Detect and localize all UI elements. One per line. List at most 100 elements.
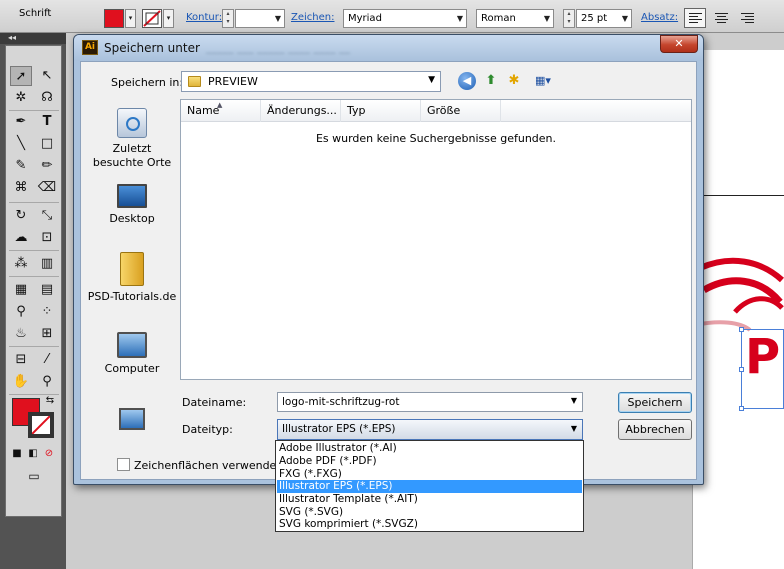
desktop-icon <box>117 184 147 208</box>
line-tool-icon[interactable]: ╲ <box>10 134 32 154</box>
tool-context-label: Schrift <box>19 8 52 19</box>
font-size-stepper[interactable]: ▴ ▾ <box>563 9 575 28</box>
lookin-select[interactable]: PREVIEW ▼ <box>181 71 441 92</box>
view-grid-icon: ▦▾ <box>535 74 551 87</box>
back-button[interactable]: ◀ <box>458 72 476 90</box>
tools-grid: ➚ ↖ ✲ ☊ ✒ T ╲ □ ✎ ✏ ⌘ ⌫ ↻ ⤡ ☁ ⊡ ⁂ ▥ ▦ ▤ … <box>5 45 62 517</box>
filetype-dropdown-list: Adobe Illustrator (*.AI) Adobe PDF (*.PD… <box>275 440 584 532</box>
column-name[interactable]: ▲ Name <box>181 100 261 122</box>
new-folder-icon: ✱ <box>508 73 520 88</box>
filetype-option[interactable]: SVG komprimiert (*.SVGZ) <box>277 518 582 531</box>
cancel-button[interactable]: Abbrechen <box>618 419 692 440</box>
selection-tool-icon[interactable]: ➚ <box>10 66 32 86</box>
none-mode-icon[interactable]: ⊘ <box>42 444 56 464</box>
eraser-tool-icon[interactable]: ⌫ <box>36 178 58 198</box>
fill-dropdown[interactable]: ▾ <box>125 9 136 28</box>
kontur-link[interactable]: Kontur: <box>186 12 222 23</box>
sort-ascending-icon: ▲ <box>217 101 223 109</box>
align-left-button[interactable] <box>684 8 706 28</box>
place-label: Zuletzt besuchte Orte <box>92 142 172 169</box>
filetype-option[interactable]: Adobe PDF (*.PDF) <box>277 455 582 468</box>
selection-bounding-box[interactable] <box>739 327 784 411</box>
tool-separator <box>9 346 59 347</box>
kontur-field[interactable]: ▼ <box>235 9 285 28</box>
filetype-option-selected[interactable]: Illustrator EPS (*.EPS) <box>277 480 582 493</box>
place-user-folder[interactable]: PSD-Tutorials.de <box>87 252 177 304</box>
column-modified[interactable]: Änderungs... <box>261 100 341 122</box>
stroke-none-icon[interactable] <box>28 412 54 438</box>
mesh-tool-icon[interactable]: ▦ <box>10 280 32 300</box>
place-desktop[interactable]: Desktop <box>87 184 177 226</box>
new-folder-button[interactable]: ✱ <box>505 72 523 90</box>
filename-input[interactable]: logo-mit-schriftzug-rot ▼ <box>277 392 583 412</box>
free-transform-tool-icon[interactable]: ⊡ <box>36 228 58 248</box>
graph-tool-icon[interactable]: ▥ <box>36 254 58 274</box>
dialog-titlebar[interactable]: Ai Speichern unter _____ ___ _____ ____ … <box>74 35 703 61</box>
place-computer[interactable]: Computer <box>87 332 177 376</box>
column-label: Änderungs... <box>267 104 337 117</box>
eyedropper-tool-icon[interactable]: ⚲ <box>10 302 32 322</box>
filetype-value: Illustrator EPS (*.EPS) <box>282 423 396 435</box>
artboards-checkbox[interactable] <box>117 458 130 471</box>
pen-tool-icon[interactable]: ✒ <box>10 112 32 132</box>
font-style-select[interactable]: Roman ▼ <box>476 9 554 28</box>
align-center-button[interactable] <box>710 8 732 28</box>
blend-tool-icon[interactable]: ⁘ <box>36 302 58 322</box>
column-type[interactable]: Typ <box>341 100 421 122</box>
font-size-field[interactable]: 25 pt ▼ <box>576 9 632 28</box>
magic-wand-tool-icon[interactable]: ✲ <box>10 88 32 108</box>
stroke-dropdown[interactable]: ▾ <box>163 9 174 28</box>
pencil-tool-icon[interactable]: ✏ <box>36 156 58 176</box>
gradient-tool-icon[interactable]: ▤ <box>36 280 58 300</box>
filetype-option[interactable]: Adobe Illustrator (*.AI) <box>277 442 582 455</box>
fill-color-swatch[interactable] <box>104 9 124 28</box>
filetype-option[interactable]: Illustrator Template (*.AIT) <box>277 493 582 506</box>
stroke-none-swatch[interactable] <box>142 9 162 28</box>
up-folder-button[interactable]: ⬆ <box>482 72 500 90</box>
paintbrush-tool-icon[interactable]: ✎ <box>10 156 32 176</box>
filetype-label: Dateityp: <box>182 423 233 436</box>
rectangle-tool-icon[interactable]: □ <box>36 134 58 154</box>
save-button[interactable]: Speichern <box>618 392 692 413</box>
filetype-select[interactable]: Illustrator EPS (*.EPS) ▼ <box>277 419 583 440</box>
hand-tool-icon[interactable]: ✋ <box>10 372 32 392</box>
type-tool-icon[interactable]: T <box>36 112 58 132</box>
folder-icon <box>188 76 201 87</box>
tools-panel-header[interactable]: ◂◂ <box>0 33 66 44</box>
live-paint-tool-icon[interactable]: ♨ <box>10 324 32 344</box>
slice-tool-icon[interactable]: ⁄ <box>36 350 58 370</box>
tool-separator <box>9 110 59 111</box>
kontur-stepper[interactable]: ▴ ▾ <box>222 9 234 28</box>
font-size-value: 25 pt <box>581 13 608 24</box>
scale-tool-icon[interactable]: ⤡ <box>36 206 58 226</box>
symbol-sprayer-tool-icon[interactable]: ⁂ <box>10 254 32 274</box>
arrow-left-icon: ◀ <box>462 74 472 87</box>
place-network[interactable] <box>87 408 177 434</box>
color-mode-icon[interactable]: ■ <box>10 444 24 464</box>
absatz-link[interactable]: Absatz: <box>641 12 678 23</box>
zeichen-link[interactable]: Zeichen: <box>291 12 334 23</box>
selection-handle[interactable] <box>739 367 744 372</box>
place-recent[interactable]: Zuletzt besuchte Orte <box>87 108 177 170</box>
views-menu-button[interactable]: ▦▾ <box>530 72 556 90</box>
close-button[interactable]: ✕ <box>660 35 698 53</box>
direct-selection-tool-icon[interactable]: ↖ <box>36 66 58 86</box>
align-right-button[interactable] <box>736 8 758 28</box>
live-paint-selection-tool-icon[interactable]: ⊞ <box>36 324 58 344</box>
column-size[interactable]: Größe <box>421 100 501 122</box>
selection-handle[interactable] <box>739 406 744 411</box>
blob-brush-tool-icon[interactable]: ⌘ <box>10 178 32 198</box>
rotate-tool-icon[interactable]: ↻ <box>10 206 32 226</box>
chevron-down-icon: ▼ <box>570 424 577 433</box>
selection-handle[interactable] <box>739 327 744 332</box>
warp-tool-icon[interactable]: ☁ <box>10 228 32 248</box>
gradient-mode-icon[interactable]: ◧ <box>26 444 40 464</box>
swap-colors-icon[interactable]: ⇆ <box>42 394 58 408</box>
file-list[interactable]: ▲ Name Änderungs... Typ Größe Es wurden … <box>180 99 692 380</box>
font-family-select[interactable]: Myriad ▼ <box>343 9 467 28</box>
lasso-tool-icon[interactable]: ☊ <box>36 88 58 108</box>
artboard-tool-icon[interactable]: ⊟ <box>10 350 32 370</box>
zoom-tool-icon[interactable]: ⚲ <box>36 372 58 392</box>
screen-mode-icon[interactable]: ▭ <box>20 466 48 486</box>
computer-icon <box>117 332 147 358</box>
